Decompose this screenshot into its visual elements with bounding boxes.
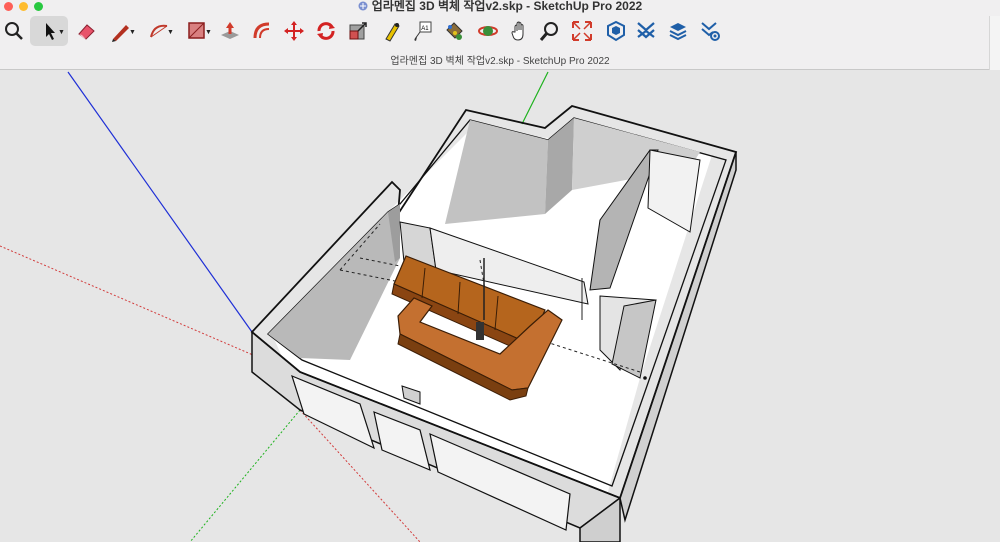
select-tool[interactable]: ▼ [30, 16, 68, 46]
paint-bucket-tool[interactable] [440, 16, 468, 46]
pan-icon [511, 21, 524, 41]
chevron-down-icon: ▼ [205, 29, 212, 36]
text-tool[interactable]: A1 [408, 16, 436, 46]
extension-warehouse-tool[interactable] [632, 16, 660, 46]
rectangle-tool[interactable]: ▼ [180, 16, 214, 46]
3d-warehouse-tool[interactable] [602, 16, 630, 46]
scale-icon [349, 22, 367, 40]
extension-manager-tool[interactable] [696, 16, 724, 46]
toolbar-scrollbar[interactable] [989, 16, 1000, 70]
arc-tool[interactable]: ▼ [142, 16, 176, 46]
chevron-down-icon: ▼ [58, 29, 65, 36]
window-title-text: 업라멘집 3D 벽체 작업v2.skp - SketchUp Pro 2022 [371, 0, 643, 13]
zoom-tool-icon [539, 22, 558, 41]
point-marker [643, 376, 647, 380]
chevron-down-icon: ▼ [167, 29, 174, 36]
tape-measure-tool[interactable] [378, 16, 406, 46]
red-axis-dotted [0, 245, 261, 359]
rotate-tool[interactable] [312, 16, 340, 46]
push-pull-tool[interactable] [216, 16, 244, 46]
modeling-viewport[interactable] [0, 70, 1000, 542]
layout-icon [669, 23, 687, 41]
green-axis-dotted [189, 409, 301, 542]
toolbar: ▼ ▼ ▼ ▼ A1 [0, 16, 1000, 48]
document-title: 업라멘집 3D 벽체 작업v2.skp - SketchUp Pro 2022 [390, 56, 610, 67]
paint-bucket-icon [446, 22, 463, 40]
green-axis [521, 71, 549, 125]
extension-warehouse-icon [637, 22, 655, 39]
rotate-icon [317, 22, 335, 40]
zoom-extents-icon [572, 21, 592, 41]
push-pull-icon [221, 22, 239, 39]
move-tool[interactable] [280, 16, 308, 46]
chevron-down-icon: ▼ [129, 29, 136, 36]
pan-tool[interactable] [506, 16, 534, 46]
scale-tool[interactable] [344, 16, 372, 46]
zoom-icon [5, 22, 23, 40]
document-icon [358, 1, 368, 11]
zoom-view-tool[interactable] [536, 16, 564, 46]
select-icon [46, 23, 55, 40]
text-icon: A1 [414, 21, 432, 41]
extension-manager-icon [701, 22, 720, 41]
move-icon [284, 21, 304, 41]
model-canvas[interactable] [0, 70, 1000, 542]
blue-axis [67, 71, 253, 333]
3d-warehouse-icon [607, 20, 625, 42]
eraser-tool[interactable] [72, 16, 100, 46]
orbit-tool[interactable] [474, 16, 502, 46]
window-title: 업라멘집 3D 벽체 작업v2.skp - SketchUp Pro 2022 [0, 0, 1000, 13]
title-bar: 업라멘집 3D 벽체 작업v2.skp - SketchUp Pro 2022 … [0, 0, 1000, 70]
zoom-extents-tool[interactable] [568, 16, 596, 46]
offset-tool[interactable] [248, 16, 276, 46]
orbit-icon [478, 26, 498, 36]
text-tool-glyph: A1 [421, 26, 429, 32]
offset-icon [253, 22, 270, 39]
counter-stand [476, 322, 484, 340]
zoom-tool[interactable] [0, 16, 28, 46]
line-tool[interactable]: ▼ [104, 16, 138, 46]
tape-measure-icon [385, 23, 400, 42]
eraser-icon [78, 24, 95, 40]
layout-tool[interactable] [664, 16, 692, 46]
